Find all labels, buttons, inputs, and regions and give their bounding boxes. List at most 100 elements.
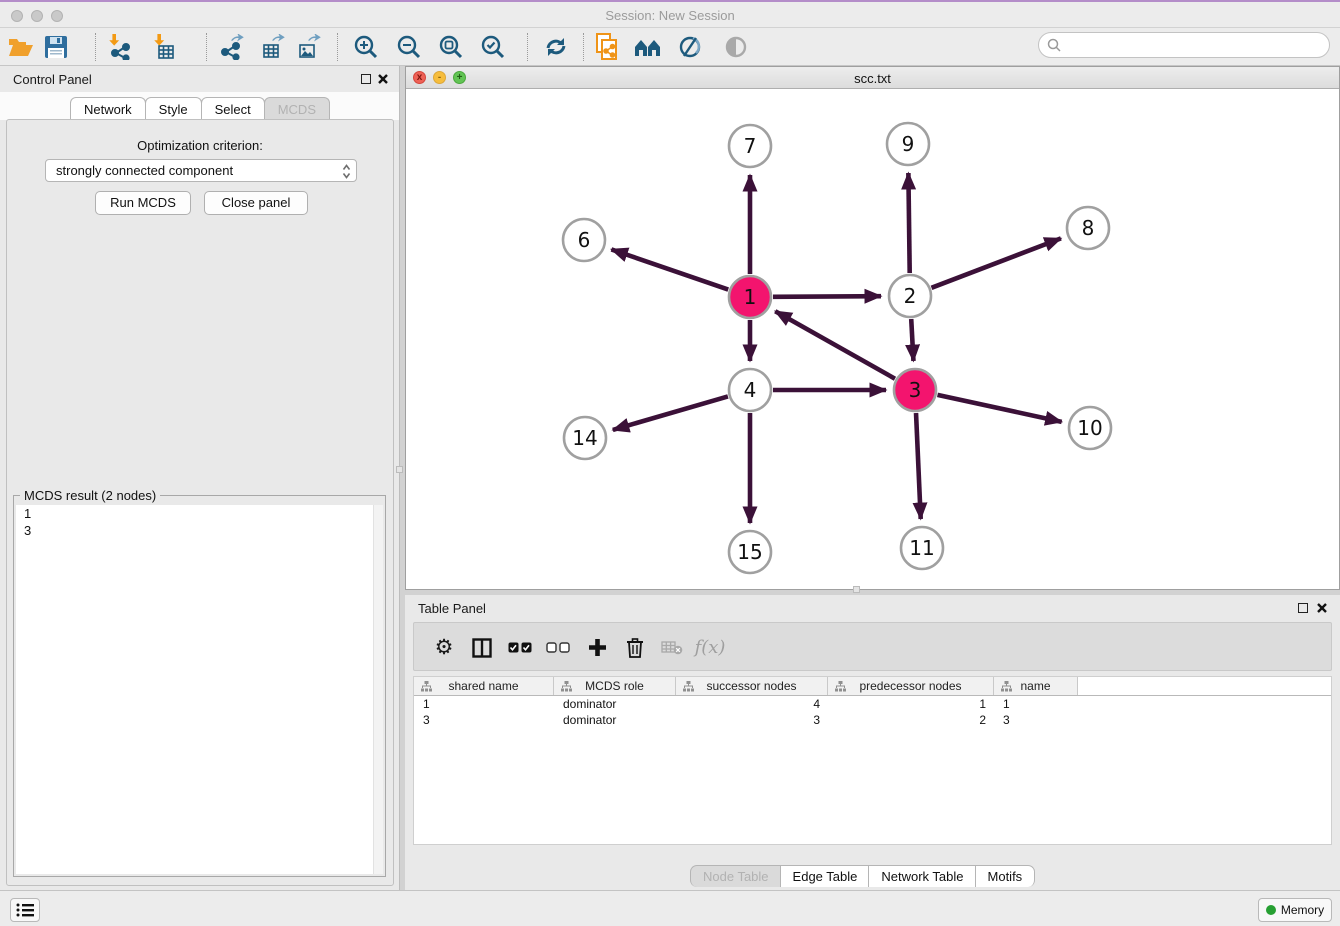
zoom-fit-icon [438, 34, 464, 60]
graph-edge-2-8[interactable] [931, 238, 1060, 287]
select-all-columns-button[interactable] [503, 623, 537, 672]
zoom-selected-button[interactable] [475, 30, 511, 64]
graph-node-14[interactable]: 14 [564, 417, 606, 459]
network-overview-button[interactable] [630, 30, 666, 64]
mcds-result-textarea[interactable]: 1 3 [16, 505, 383, 874]
fx-icon: f(x) [695, 637, 726, 658]
svg-text:10: 10 [1077, 416, 1102, 440]
close-panel-icon[interactable] [377, 73, 389, 85]
table-tab-network-table[interactable]: Network Table [868, 865, 975, 887]
graph-node-1[interactable]: 1 [729, 276, 771, 318]
column-header-successor-nodes[interactable]: successor nodes [676, 677, 828, 695]
table-toolbar: ⚙ [413, 622, 1332, 671]
graph-node-7[interactable]: 7 [729, 125, 771, 167]
toggle-style-button[interactable] [672, 30, 708, 64]
main-toolbar [0, 28, 1340, 66]
import-table-button[interactable] [145, 30, 181, 64]
deselect-all-columns-button[interactable] [541, 623, 575, 672]
search-input[interactable] [1067, 35, 1317, 55]
table-cell[interactable]: dominator [554, 712, 676, 728]
graph-node-2[interactable]: 2 [889, 275, 931, 317]
toggle-column-panel-button[interactable] [465, 623, 499, 672]
control-panel-tabs: NetworkStyleSelectMCDS [0, 92, 399, 120]
close-panel-button[interactable]: Close panel [204, 191, 308, 215]
table-row[interactable]: 1dominator411 [414, 696, 1331, 712]
float-table-panel-button[interactable] [1298, 603, 1308, 613]
toggle-visibility-button[interactable] [718, 30, 754, 64]
graph-node-15[interactable]: 15 [729, 531, 771, 573]
add-column-button[interactable] [580, 623, 614, 672]
table-cell[interactable]: 3 [994, 712, 1078, 728]
graph-node-11[interactable]: 11 [901, 527, 943, 569]
close-table-panel-icon[interactable] [1316, 602, 1328, 614]
column-header-shared-name[interactable]: shared name [414, 677, 554, 695]
duplicate-network-button[interactable] [589, 30, 625, 64]
save-session-button[interactable] [38, 30, 74, 64]
table-cell[interactable]: 2 [828, 712, 994, 728]
table-cell[interactable]: dominator [554, 696, 676, 712]
table-cell[interactable]: 3 [414, 712, 554, 728]
plus-icon [588, 638, 607, 657]
table-tab-edge-table[interactable]: Edge Table [780, 865, 870, 887]
table-tab-node-table[interactable]: Node Table [690, 865, 781, 887]
splitter-handle[interactable] [396, 466, 403, 473]
column-header-MCDS-role[interactable]: MCDS role [554, 677, 676, 695]
splitter-handle[interactable] [853, 586, 860, 593]
graph-node-8[interactable]: 8 [1067, 207, 1109, 249]
open-file-button[interactable] [3, 30, 39, 64]
zoom-in-button[interactable] [348, 30, 384, 64]
graph-edge-3-11[interactable] [916, 413, 921, 519]
float-panel-button[interactable] [361, 74, 371, 84]
zoom-out-button[interactable] [391, 30, 427, 64]
apply-layout-button[interactable] [538, 30, 574, 64]
graph-node-4[interactable]: 4 [729, 369, 771, 411]
export-network-button[interactable] [215, 30, 251, 64]
table-cell[interactable]: 3 [676, 712, 828, 728]
memory-button[interactable]: Memory [1258, 898, 1332, 922]
zoom-fit-button[interactable] [433, 30, 469, 64]
delete-column-button[interactable] [618, 623, 652, 672]
graph-edge-4-14[interactable] [613, 396, 728, 429]
export-table-button[interactable] [256, 30, 292, 64]
export-image-button[interactable] [292, 30, 328, 64]
search-icon [1047, 38, 1061, 53]
titlebar: Session: New Session [0, 0, 1340, 28]
tab-mcds[interactable]: MCDS [264, 97, 330, 120]
graph-edge-3-10[interactable] [937, 395, 1061, 422]
table-row[interactable]: 3dominator323 [414, 712, 1331, 728]
graph-edge-1-6[interactable] [611, 249, 728, 289]
graph-edge-3-1[interactable] [775, 311, 895, 378]
optimization-criterion-select[interactable]: strongly connected component [45, 159, 357, 182]
result-scrollbar[interactable] [373, 505, 383, 874]
svg-text:4: 4 [744, 378, 757, 402]
graph-node-6[interactable]: 6 [563, 219, 605, 261]
table-cell[interactable]: 1 [828, 696, 994, 712]
gear-icon: ⚙ [435, 635, 454, 660]
graph-node-9[interactable]: 9 [887, 123, 929, 165]
table-cell[interactable]: 1 [994, 696, 1078, 712]
table-cell[interactable]: 1 [414, 696, 554, 712]
svg-text:7: 7 [744, 134, 757, 158]
delete-table-button[interactable] [655, 623, 689, 672]
column-header-name[interactable]: name [994, 677, 1078, 695]
network-canvas[interactable]: 7 9 6 8 1 2 4 3 14 10 15 11 [406, 90, 1339, 589]
table-tab-motifs[interactable]: Motifs [975, 865, 1036, 887]
svg-text:9: 9 [902, 132, 915, 156]
import-network-button[interactable] [100, 30, 136, 64]
graph-node-3[interactable]: 3 [894, 369, 936, 411]
svg-text:3: 3 [909, 378, 922, 402]
tab-style[interactable]: Style [145, 97, 202, 120]
tab-select[interactable]: Select [201, 97, 265, 120]
column-header-predecessor-nodes[interactable]: predecessor nodes [828, 677, 994, 695]
eye-disabled-icon [723, 34, 749, 60]
graph-edge-1-2[interactable] [773, 296, 881, 297]
function-builder-button[interactable]: f(x) [693, 623, 727, 672]
graph-edge-2-9[interactable] [908, 173, 909, 273]
graph-edge-2-3[interactable] [911, 319, 913, 361]
run-mcds-button[interactable]: Run MCDS [95, 191, 191, 215]
tab-network[interactable]: Network [70, 97, 146, 120]
task-history-button[interactable] [10, 898, 40, 922]
table-cell[interactable]: 4 [676, 696, 828, 712]
graph-node-10[interactable]: 10 [1069, 407, 1111, 449]
table-settings-button[interactable]: ⚙ [427, 623, 461, 672]
